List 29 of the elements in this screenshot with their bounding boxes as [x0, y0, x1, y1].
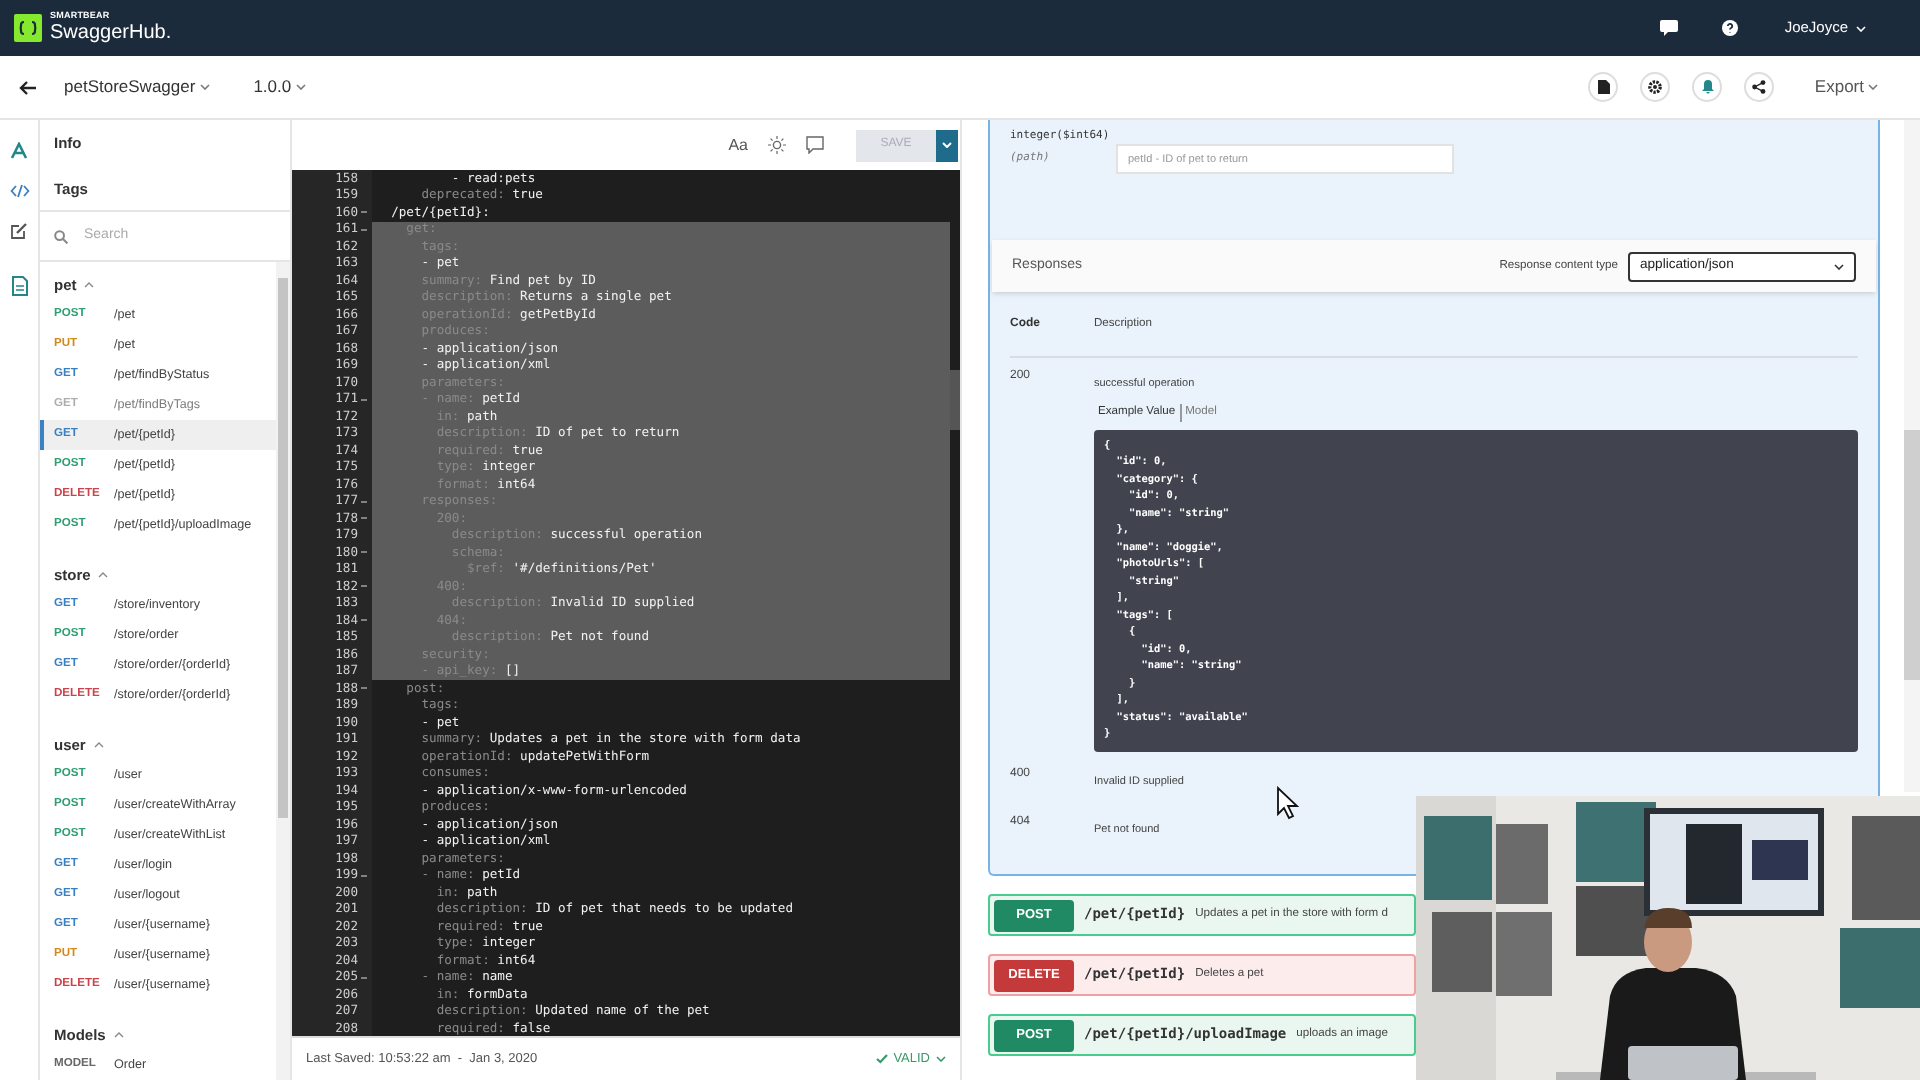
scrollbar[interactable]	[276, 262, 290, 1080]
share-icon[interactable]	[1752, 80, 1767, 94]
comment-icon[interactable]	[806, 136, 824, 154]
brightness-icon[interactable]	[768, 136, 786, 154]
bell-icon[interactable]	[1701, 80, 1714, 94]
save-options-button[interactable]	[936, 129, 958, 161]
edit-icon[interactable]	[10, 222, 28, 240]
brand-name: SwaggerHub.	[50, 23, 172, 44]
scrollbar[interactable]	[1904, 120, 1920, 792]
check-icon	[875, 1054, 888, 1064]
notifications-button[interactable]	[1692, 72, 1723, 102]
api-name-dropdown[interactable]: petStoreSwagger	[64, 74, 210, 100]
mouse-cursor-icon	[1276, 786, 1300, 820]
caret-icon[interactable]	[1834, 263, 1844, 269]
font-size-button[interactable]: Aa	[728, 133, 748, 157]
settings-icon[interactable]	[1648, 80, 1663, 94]
logo-icon	[14, 14, 42, 42]
code-icon[interactable]	[9, 184, 29, 198]
version-dropdown[interactable]: 1.0.0	[253, 74, 306, 100]
document-icon[interactable]	[1597, 80, 1610, 94]
export-menu[interactable]: Export	[1814, 74, 1878, 100]
share-button[interactable]	[1744, 72, 1775, 102]
chat-icon[interactable]	[1660, 20, 1679, 36]
design-tool-icon[interactable]	[10, 142, 28, 160]
search-icon	[54, 229, 68, 243]
document-button[interactable]	[1588, 72, 1619, 102]
help-icon[interactable]	[1722, 20, 1739, 36]
back-arrow-icon[interactable]	[18, 79, 36, 95]
settings-button[interactable]	[1640, 72, 1671, 102]
